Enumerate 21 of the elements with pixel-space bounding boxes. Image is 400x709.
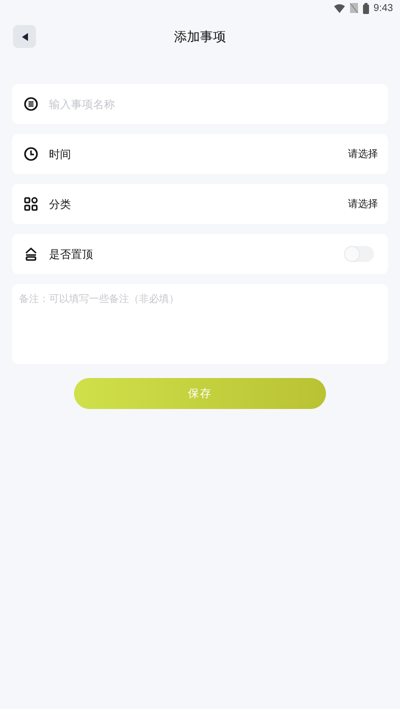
select-row[interactable]: 分类 请选择: [12, 184, 388, 224]
status-time: 9:43: [374, 2, 393, 14]
name-field[interactable]: 输入事项名称: [12, 84, 388, 124]
battery-icon: [362, 2, 369, 14]
select-value: 请选择: [348, 198, 378, 211]
back-button[interactable]: [13, 25, 36, 48]
row-label: 分类: [49, 196, 72, 212]
select-row[interactable]: 时间 请选择: [12, 134, 388, 174]
clock-icon: [24, 147, 38, 161]
list-icon: [24, 97, 38, 111]
wifi-icon: [334, 4, 345, 12]
row-label: 时间: [49, 146, 72, 162]
no-sim-icon: [350, 3, 358, 13]
notes-field[interactable]: 备注：可以填写一些备注（非必填）: [12, 284, 388, 364]
row-label: 是否置顶: [49, 246, 94, 262]
page-title: 添加事项: [174, 29, 226, 46]
back-icon: [22, 32, 28, 40]
pin-top-icon: [24, 247, 38, 261]
select-value: 请选择: [348, 148, 378, 161]
name-input[interactable]: 输入事项名称: [49, 98, 378, 110]
grid-icon: [24, 197, 38, 211]
